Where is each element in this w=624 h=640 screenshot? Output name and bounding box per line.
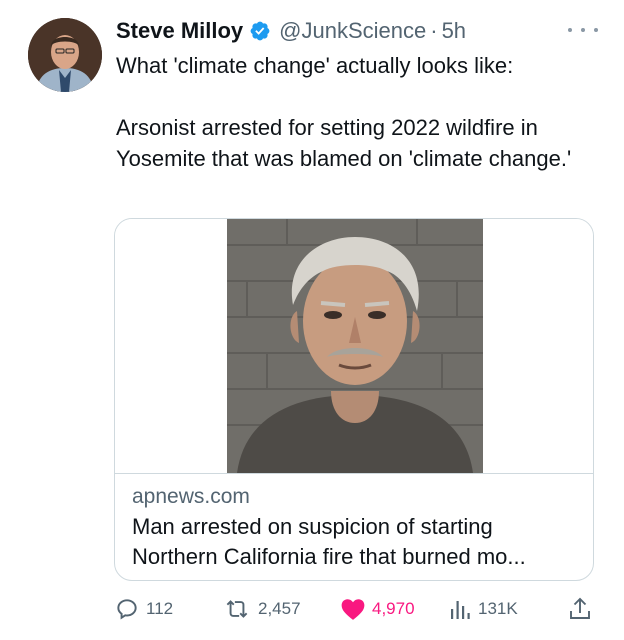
tweet-text-line-1: What 'climate change' actually looks lik… xyxy=(116,53,514,78)
share-button[interactable] xyxy=(568,594,592,624)
heart-icon xyxy=(340,597,366,621)
views-count: 131K xyxy=(478,599,518,618)
like-count: 4,970 xyxy=(372,599,415,618)
repost-count: 2,457 xyxy=(258,599,301,618)
action-bar: 112 2,457 4,970 131K xyxy=(114,594,598,624)
card-image-area[interactable] xyxy=(115,219,593,474)
like-button[interactable]: 4,970 xyxy=(340,594,415,624)
repost-icon xyxy=(222,596,252,622)
views-chart-icon xyxy=(448,597,472,621)
avatar[interactable] xyxy=(28,18,102,92)
reply-count: 112 xyxy=(146,599,174,618)
repost-button[interactable]: 2,457 xyxy=(222,594,301,624)
link-card[interactable]: apnews.com Man arrested on suspicion of … xyxy=(114,218,594,581)
reply-button[interactable]: 112 xyxy=(114,594,173,624)
verified-badge-icon xyxy=(249,20,271,42)
card-title[interactable]: Man arrested on suspicion of starting No… xyxy=(132,512,582,572)
tweet-text: What 'climate change' actually looks lik… xyxy=(116,50,596,174)
share-icon xyxy=(568,596,592,622)
timestamp[interactable]: 5h xyxy=(442,18,466,44)
reply-icon xyxy=(114,596,140,622)
card-domain[interactable]: apnews.com xyxy=(132,485,250,509)
author-handle[interactable]: @JunkScience xyxy=(279,18,426,44)
mugshot-photo xyxy=(227,219,483,473)
tweet[interactable]: Steve Milloy @JunkScience · 5h What 'cli… xyxy=(0,0,624,640)
author-name[interactable]: Steve Milloy xyxy=(116,18,243,44)
separator-dot: · xyxy=(430,18,438,43)
more-horizontal-icon[interactable] xyxy=(568,20,598,40)
tweet-text-line-2: Arsonist arrested for setting 2022 wildf… xyxy=(116,115,572,171)
views-button[interactable]: 131K xyxy=(448,594,518,624)
tweet-header: Steve Milloy @JunkScience · 5h xyxy=(116,16,466,46)
